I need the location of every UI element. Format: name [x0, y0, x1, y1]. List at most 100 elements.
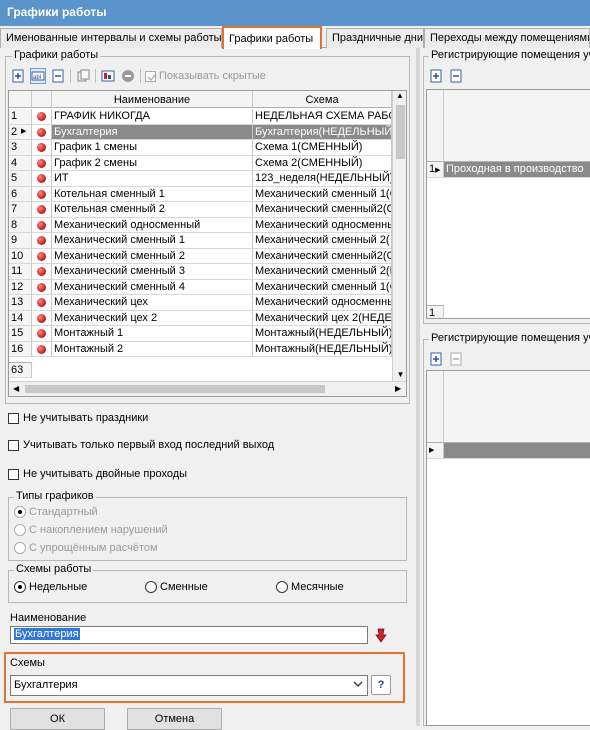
add-icon[interactable] — [428, 351, 444, 367]
delete-icon[interactable] — [448, 351, 464, 367]
table-row[interactable]: 3 График 1 смены Схема 1(СМЕННЫЙ) — [9, 140, 406, 156]
delete-icon[interactable] — [448, 68, 464, 84]
scroll-right-icon[interactable]: ▶ — [395, 384, 401, 393]
radio-accumulating[interactable]: С накоплением нарушений — [14, 524, 168, 536]
ignore-double-checkbox[interactable]: Не учитывать двойные проходы — [8, 468, 187, 480]
radio-simplified-label: С упрощённым расчётом — [29, 542, 158, 554]
table-row[interactable]: 11 Механический сменный 3 Механический сме… — [9, 264, 406, 280]
rooms-column-header — [444, 90, 590, 162]
tab-work-schedules[interactable]: Графики работы — [222, 26, 322, 49]
schedule-name: Котельная сменный 1 — [52, 186, 253, 202]
add-icon[interactable] — [428, 68, 444, 84]
color-picker-icon[interactable] — [372, 626, 390, 644]
table-row[interactable]: 2 ▶ Бухгалтерия Бухгалтерия(НЕДЕЛЬНЫЙ) — [9, 124, 406, 140]
status-cell — [32, 217, 52, 233]
grid-footer: 63 — [9, 362, 406, 378]
row-number: 1 — [9, 109, 32, 125]
table-row[interactable]: 12 Механический сменный 4 Механический сме… — [9, 279, 406, 295]
row-number: 12 — [9, 279, 32, 295]
status-dot-icon — [37, 112, 46, 121]
schedule-scheme: Механический сменный 2( — [253, 233, 392, 249]
schedule-name: Механический сменный 2 — [52, 248, 253, 264]
scroll-thumb[interactable] — [396, 105, 405, 159]
column-header-scheme[interactable]: Схема — [253, 91, 392, 108]
tab-holidays[interactable]: Праздничные дни — [326, 28, 424, 48]
ok-button[interactable]: ОК — [10, 708, 105, 730]
schedule-scheme: Механический сменный 2(Н — [253, 264, 392, 280]
radio-standard[interactable]: Стандартный — [14, 506, 98, 518]
schedule-scheme: Механический односменны — [253, 295, 392, 311]
radio-monthly[interactable]: Месячные — [276, 581, 344, 593]
table-row[interactable]: 10 Механический сменный 2 Механический сме… — [9, 248, 406, 264]
first-last-only-checkbox[interactable]: Учитывать только первый вход последний в… — [8, 439, 274, 451]
block-icon[interactable] — [120, 68, 136, 84]
name-input[interactable]: Бухгалтерия — [10, 626, 368, 644]
table-row[interactable]: 9 Механический сменный 1 Механический смен… — [9, 233, 406, 249]
rooms-count: 1 — [427, 305, 444, 318]
row-indicator-icon: ▶ — [21, 127, 27, 135]
radio-simplified[interactable]: С упрощённым расчётом — [14, 542, 158, 554]
table-row[interactable]: 15 Монтажный 1 Монтажный(НЕДЕЛЬНЫЙ) — [9, 326, 406, 342]
radio-weekly-label: Недельные — [29, 581, 88, 593]
panel-splitter[interactable] — [416, 48, 420, 726]
status-dot-icon — [37, 329, 46, 338]
radio-icon — [14, 524, 26, 536]
edit-icon[interactable]: abl — [30, 68, 46, 84]
table-row[interactable]: 7 Котельная сменный 2 Механический сменный… — [9, 202, 406, 218]
copy-icon[interactable] — [75, 68, 91, 84]
rooms-row[interactable]: ▶ — [427, 443, 590, 459]
radio-shift[interactable]: Сменные — [145, 581, 208, 593]
schedules-toolbar: abl Показывать скрытые — [10, 66, 266, 86]
name-field-label: Наименование — [10, 612, 87, 624]
schedule-name: Бухгалтерия — [52, 124, 253, 140]
add-icon[interactable] — [10, 68, 26, 84]
rooms-toolbar-bottom — [428, 349, 464, 369]
status-cell — [32, 264, 52, 280]
status-dot-icon — [37, 158, 46, 168]
schedule-scheme: НЕДЕЛЬНАЯ СХЕМА РАБОТЫ — [253, 109, 392, 125]
status-dot-icon — [37, 298, 46, 307]
schedule-scheme: Бухгалтерия(НЕДЕЛЬНЫЙ) — [253, 124, 392, 140]
delete-icon[interactable] — [50, 68, 66, 84]
table-row[interactable]: 16 Монтажный 2 Монтажный(НЕДЕЛЬНЫЙ) — [9, 341, 406, 357]
column-header-name[interactable]: Наименование — [52, 91, 253, 108]
schedule-scheme: Механический сменный 1(С — [253, 186, 392, 202]
table-row[interactable]: 14 Механический цех 2 Механический цех 2(Н… — [9, 310, 406, 326]
radio-weekly[interactable]: Недельные — [14, 581, 87, 593]
table-row[interactable]: 5 ИТ 123_неделя(НЕДЕЛЬНЫЙ) — [9, 171, 406, 187]
table-row[interactable]: 13 Механический цех Механический односменн… — [9, 295, 406, 311]
status-dot-icon — [37, 143, 46, 152]
scroll-up-icon[interactable]: ▲ — [393, 91, 406, 100]
rooms-toolbar-top — [428, 66, 464, 86]
grid-horizontal-scrollbar[interactable]: ◀ ▶ — [9, 381, 406, 396]
scroll-down-icon[interactable]: ▼ — [393, 370, 406, 379]
tab-room-transitions[interactable]: Переходы между помещениями — [424, 28, 590, 48]
help-icon[interactable]: ? — [371, 675, 391, 695]
status-cell — [32, 140, 52, 156]
scroll-left-icon[interactable]: ◀ — [13, 384, 19, 393]
window-title: Графики работы — [0, 0, 590, 26]
schedule-name: Механический цех 2 — [52, 310, 253, 326]
table-row[interactable]: 6 Котельная сменный 1 Механический сменный… — [9, 186, 406, 202]
radio-icon — [14, 506, 26, 518]
cancel-button[interactable]: Отмена — [127, 708, 222, 730]
show-hidden-checkbox[interactable]: Показывать скрытые — [145, 70, 266, 82]
radio-icon — [14, 542, 26, 554]
hscroll-thumb[interactable] — [25, 385, 325, 393]
status-cell — [32, 279, 52, 295]
status-cell — [32, 310, 52, 326]
table-row[interactable]: 8 Механический односменный Механический од… — [9, 217, 406, 233]
schedule-name: График 1 смены — [52, 140, 253, 156]
grid-vertical-scrollbar[interactable]: ▲ ▼ — [392, 91, 406, 381]
schedule-name: Механический цех — [52, 295, 253, 311]
rooms-footer: 1 — [427, 305, 590, 318]
table-row[interactable]: 1 ГРАФИК НИКОГДАНЕДЕЛЬНАЯ СХЕМА РАБОТЫ — [9, 109, 406, 125]
row-number: 1▶ — [427, 162, 444, 178]
rooms-row[interactable]: 1▶ Проходная в производство — [427, 162, 590, 178]
ignore-holidays-checkbox[interactable]: Не учитывать праздники — [8, 412, 148, 424]
report-icon[interactable] — [100, 68, 116, 84]
schemes-select[interactable]: Бухгалтерия — [10, 675, 368, 696]
table-row[interactable]: 4 График 2 смены Схема 2(СМЕННЫЙ) — [9, 155, 406, 171]
work-schemes-title: Схемы работы — [14, 563, 94, 575]
tab-named-intervals[interactable]: Именованные интервалы и схемы работы — [0, 28, 222, 48]
